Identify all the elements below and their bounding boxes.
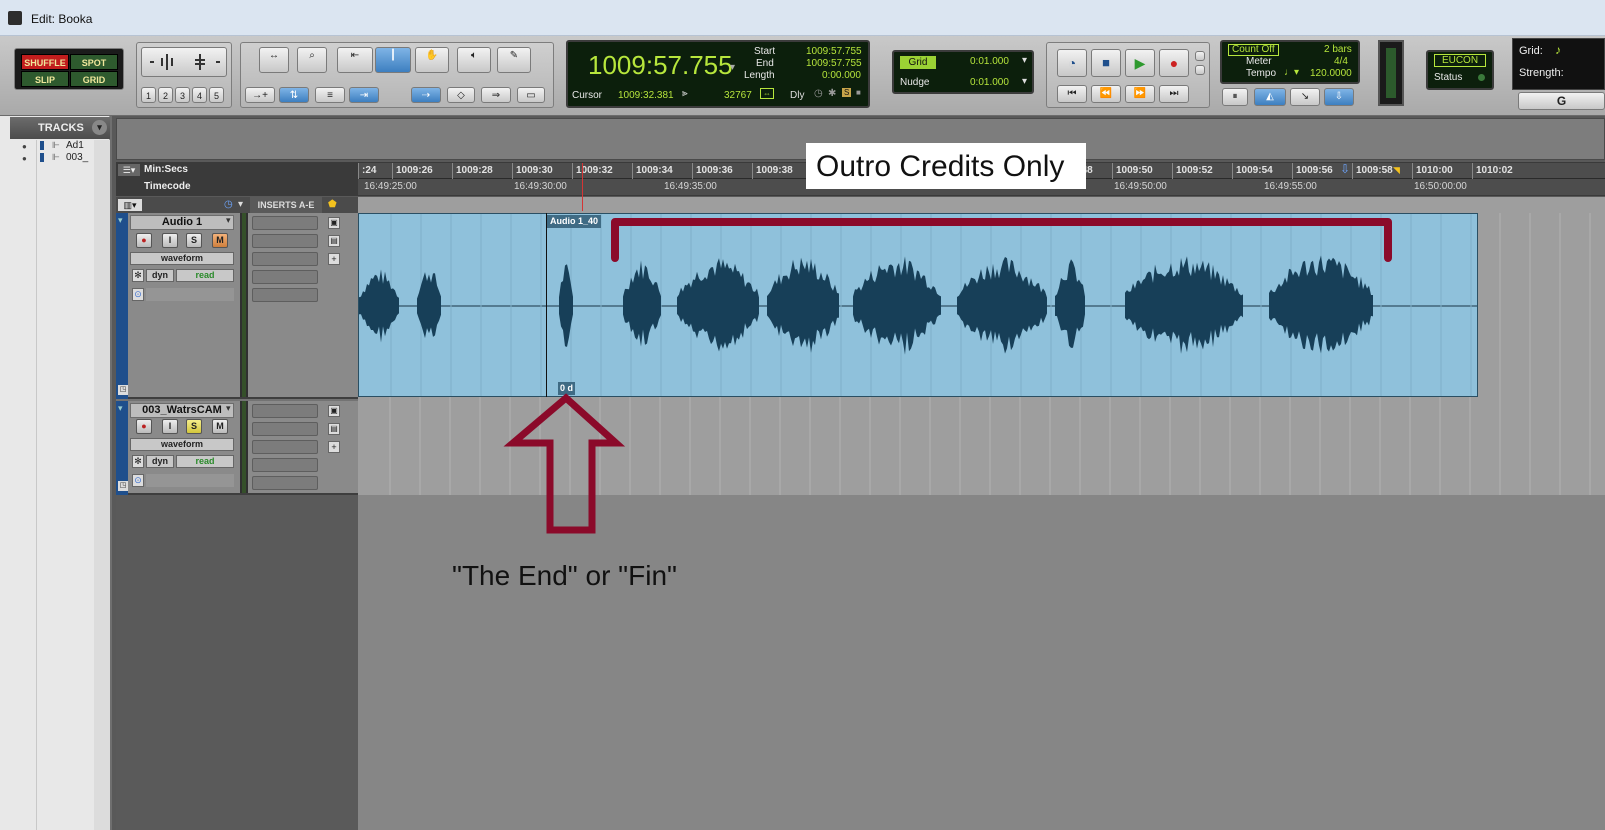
end-annotation-text: "The End" or "Fin"	[452, 560, 677, 591]
up-arrow-annotation	[503, 393, 626, 534]
credits-bracket	[611, 218, 1392, 262]
credits-annotation-text: Outro Credits Only	[816, 150, 1065, 183]
annotation-overlay	[503, 218, 1392, 534]
